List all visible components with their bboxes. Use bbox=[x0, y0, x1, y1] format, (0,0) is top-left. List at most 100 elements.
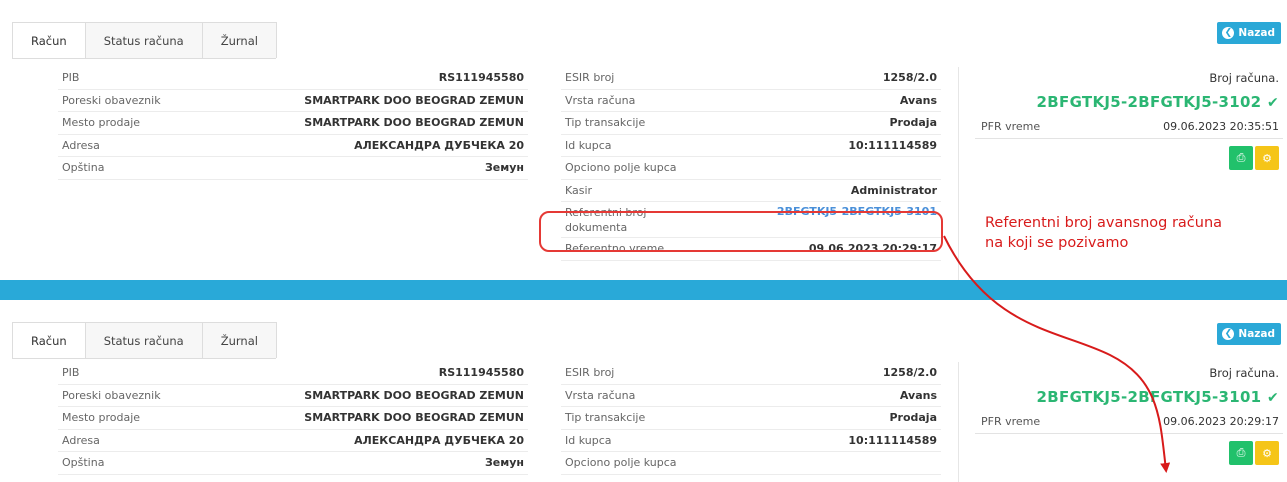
column-divider bbox=[958, 362, 959, 482]
invoice-info-column: ESIR broj 1258/2.0 Vrsta računa Avans Tip … bbox=[561, 362, 941, 475]
receipt-number-value: 2BFGTKJ5-2BFGTKJ5-3102 bbox=[1036, 93, 1262, 111]
info-label: Id kupca bbox=[565, 433, 612, 447]
arrow-circle-left-icon: ❮ bbox=[1222, 27, 1235, 39]
pfr-time-label: PFR vreme bbox=[981, 415, 1041, 428]
info-label: Poreski obaveznik bbox=[62, 388, 161, 402]
reference-highlight-box bbox=[539, 211, 943, 252]
info-value: 10:111114589 bbox=[848, 138, 937, 152]
column-divider bbox=[958, 67, 959, 282]
info-row: Adresa АЛЕКСАНДРА ДУБЧЕКА 20 bbox=[58, 135, 528, 157]
info-label: PIB bbox=[62, 366, 80, 380]
tab-zurnal[interactable]: Žurnal bbox=[201, 322, 277, 358]
section-separator bbox=[0, 280, 1287, 300]
info-value: АЛЕКСАНДРА ДУБЧЕКА 20 bbox=[354, 138, 524, 152]
invoice-panel-bottom: Račun Status računa Žurnal ❮ Nazad PIB RS… bbox=[0, 300, 1287, 482]
back-button[interactable]: ❮ Nazad bbox=[1217, 323, 1281, 345]
info-row: Mesto prodaje SMARTPARK DOO BEOGRAD ZEMUN bbox=[58, 407, 528, 430]
action-buttons: ⎙ ⚙ bbox=[975, 441, 1283, 465]
info-row: Poreski obaveznik SMARTPARK DOO BEOGRAD Z… bbox=[58, 385, 528, 407]
info-label: Poreski obaveznik bbox=[62, 93, 161, 107]
info-value: SMARTPARK DOO BEOGRAD ZEMUN bbox=[304, 116, 524, 130]
info-value: SMARTPARK DOO BEOGRAD ZEMUN bbox=[304, 93, 524, 107]
check-icon: ✔ bbox=[1266, 390, 1279, 406]
info-label: PIB bbox=[62, 71, 80, 85]
info-label: Mesto prodaje bbox=[62, 411, 141, 425]
gear-icon: ⚙ bbox=[1262, 151, 1272, 165]
receipt-number-title: Broj računa. bbox=[1209, 71, 1279, 85]
info-row: Opština Земун bbox=[58, 157, 528, 180]
pfr-time-value: 09.06.2023 20:29:17 bbox=[1163, 415, 1279, 428]
info-label: Opciono polje kupca bbox=[565, 161, 677, 175]
receipt-number: 2BFGTKJ5-2BFGTKJ5-3102 ✔ bbox=[975, 89, 1283, 115]
annotation-line-2: na koji se pozivamo bbox=[985, 235, 1129, 251]
tab-zurnal[interactable]: Žurnal bbox=[201, 22, 277, 58]
print-button[interactable]: ⎙ bbox=[1229, 146, 1253, 170]
info-row: Tip transakcije Prodaja bbox=[561, 407, 941, 430]
print-button[interactable]: ⎙ bbox=[1229, 441, 1253, 465]
info-value: АЛЕКСАНДРА ДУБЧЕКА 20 bbox=[354, 433, 524, 447]
info-label: Tip transakcije bbox=[565, 116, 646, 130]
extra-button[interactable]: ⚙ bbox=[1255, 441, 1279, 465]
info-row: Adresa АЛЕКСАНДРА ДУБЧЕКА 20 bbox=[58, 430, 528, 452]
info-label: Adresa bbox=[62, 138, 100, 152]
info-row: ESIR broj 1258/2.0 bbox=[561, 362, 941, 385]
info-value: RS111945580 bbox=[438, 366, 524, 380]
info-value: Prodaja bbox=[889, 116, 937, 130]
info-label: Mesto prodaje bbox=[62, 116, 141, 130]
info-label: Vrsta računa bbox=[565, 388, 636, 402]
info-value: 1258/2.0 bbox=[882, 71, 937, 85]
action-buttons: ⎙ ⚙ bbox=[975, 146, 1283, 170]
tab-bar: Račun Status računa Žurnal bbox=[12, 322, 277, 359]
receipt-number-value: 2BFGTKJ5-2BFGTKJ5-3101 bbox=[1036, 388, 1262, 406]
seller-info-column: PIB RS111945580 Poreski obaveznik SMARTPAR… bbox=[58, 67, 528, 180]
info-row: Vrsta računa Avans bbox=[561, 385, 941, 407]
annotation-text: Referentni broj avansnog računa na koji … bbox=[985, 213, 1222, 253]
info-row: PIB RS111945580 bbox=[58, 362, 528, 385]
tab-status-racuna[interactable]: Status računa bbox=[84, 22, 203, 58]
back-button-label: Nazad bbox=[1238, 328, 1275, 340]
info-value: Земун bbox=[484, 161, 524, 175]
gear-icon: ⚙ bbox=[1262, 446, 1272, 460]
info-label: Id kupca bbox=[565, 138, 612, 152]
info-value: Земун bbox=[484, 456, 524, 470]
info-value: Avans bbox=[899, 388, 937, 402]
info-row: ESIR broj 1258/2.0 bbox=[561, 67, 941, 90]
tab-racun[interactable]: Račun bbox=[12, 22, 86, 58]
pfr-time-value: 09.06.2023 20:35:51 bbox=[1163, 120, 1279, 133]
info-label: Tip transakcije bbox=[565, 411, 646, 425]
info-value: SMARTPARK DOO BEOGRAD ZEMUN bbox=[304, 411, 524, 425]
info-row: Kasir Administrator bbox=[561, 180, 941, 202]
annotation-line-1: Referentni broj avansnog računa bbox=[985, 215, 1223, 231]
pfr-time-label: PFR vreme bbox=[981, 120, 1041, 133]
info-label: ESIR broj bbox=[565, 71, 615, 85]
extra-button[interactable]: ⚙ bbox=[1255, 146, 1279, 170]
check-icon: ✔ bbox=[1266, 95, 1279, 111]
info-label: Vrsta računa bbox=[565, 93, 636, 107]
info-value: Prodaja bbox=[889, 411, 937, 425]
receipt-number: 2BFGTKJ5-2BFGTKJ5-3101 ✔ bbox=[975, 384, 1283, 410]
tab-bar: Račun Status računa Žurnal bbox=[12, 22, 277, 59]
tab-status-racuna[interactable]: Status računa bbox=[84, 322, 203, 358]
info-row: Tip transakcije Prodaja bbox=[561, 112, 941, 135]
info-row: Mesto prodaje SMARTPARK DOO BEOGRAD ZEMUN bbox=[58, 112, 528, 135]
info-row: Id kupca 10:111114589 bbox=[561, 430, 941, 452]
info-label: Opciono polje kupca bbox=[565, 456, 677, 470]
printer-icon: ⎙ bbox=[1236, 151, 1246, 164]
pfr-time-row: PFR vreme 09.06.2023 20:35:51 bbox=[975, 115, 1283, 139]
info-row: Vrsta računa Avans bbox=[561, 90, 941, 112]
receipt-summary: Broj računa. 2BFGTKJ5-2BFGTKJ5-3102 ✔ PF… bbox=[975, 67, 1283, 170]
receipt-summary: Broj računa. 2BFGTKJ5-2BFGTKJ5-3101 ✔ PF… bbox=[975, 362, 1283, 465]
seller-info-column: PIB RS111945580 Poreski obaveznik SMARTPAR… bbox=[58, 362, 528, 475]
info-label: Adresa bbox=[62, 433, 100, 447]
info-row: Opština Земун bbox=[58, 452, 528, 475]
info-value: 10:111114589 bbox=[848, 433, 937, 447]
back-button[interactable]: ❮ Nazad bbox=[1217, 22, 1281, 44]
info-label: Kasir bbox=[565, 183, 593, 197]
info-value: Avans bbox=[899, 93, 937, 107]
info-value: SMARTPARK DOO BEOGRAD ZEMUN bbox=[304, 388, 524, 402]
info-value: Administrator bbox=[850, 183, 937, 197]
info-row: Opciono polje kupca bbox=[561, 157, 941, 180]
info-value: RS111945580 bbox=[438, 71, 524, 85]
info-label: ESIR broj bbox=[565, 366, 615, 380]
tab-racun[interactable]: Račun bbox=[12, 322, 86, 358]
